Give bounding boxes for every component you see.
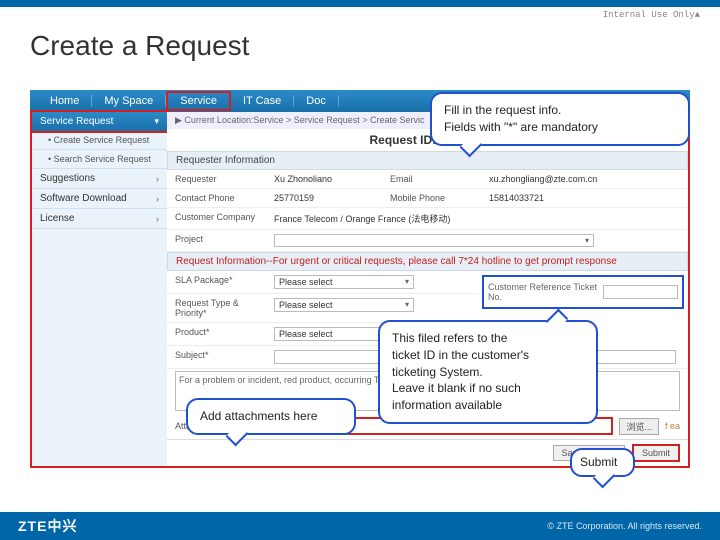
sidebar-item-label: License — [40, 213, 74, 224]
top-accent-bar — [0, 0, 720, 7]
nav-itcase[interactable]: IT Case — [231, 95, 294, 107]
sidebar-item-label: Service Request — [40, 116, 113, 127]
nav-service[interactable]: Service — [166, 91, 231, 111]
chevron-right-icon: › — [156, 194, 159, 204]
label-email: Email — [390, 172, 485, 186]
sla-select[interactable]: Please select▾ — [274, 275, 414, 289]
type-select[interactable]: Please select▾ — [274, 298, 414, 312]
sidebar-service-request[interactable]: Service Request ▾ — [30, 110, 169, 133]
sidebar-license[interactable]: License › — [32, 209, 167, 229]
sidebar-search-request[interactable]: • Search Service Request — [32, 150, 167, 169]
callout-ticket-info: This filed refers to the ticket ID in th… — [378, 320, 598, 424]
value-project[interactable]: ▾ — [270, 232, 680, 249]
nav-home[interactable]: Home — [38, 95, 92, 107]
callout-fill-info: Fill in the request info. Fields with "*… — [430, 92, 690, 146]
label-company: Customer Company — [175, 210, 270, 227]
nav-doc[interactable]: Doc — [294, 95, 339, 107]
value-company: France Telecom / Orange France (法电移动) — [270, 210, 680, 227]
chevron-right-icon: › — [156, 174, 159, 184]
page-title: Create a Request — [30, 30, 249, 62]
zte-logo: ZTE中兴 — [18, 516, 77, 536]
chevron-right-icon: › — [156, 214, 159, 224]
chevron-down-icon: ▾ — [405, 277, 409, 287]
sidebar: Service Request ▾ • Create Service Reques… — [32, 112, 167, 466]
label-contact: Contact Phone — [175, 191, 270, 205]
label-subject: Subject* — [175, 348, 270, 366]
section-request-info: Request Information--For urgent or criti… — [167, 252, 688, 271]
label-ticket: Customer Reference Ticket No. — [488, 282, 603, 302]
copyright: © ZTE Corporation. All rights reserved. — [547, 521, 702, 531]
label-project: Project — [175, 232, 270, 249]
ticket-box: Customer Reference Ticket No. — [482, 275, 684, 309]
browse-button[interactable]: 浏览... — [619, 418, 659, 435]
value-email: xu.zhongliang@zte.com.cn — [485, 172, 680, 186]
chevron-down-icon: ▾ — [585, 236, 589, 245]
label-mobile: Mobile Phone — [390, 191, 485, 205]
sidebar-download[interactable]: Software Download › — [32, 189, 167, 209]
chevron-down-icon: ▾ — [405, 300, 409, 310]
label-sla: SLA Package* — [175, 273, 270, 291]
label-product: Product* — [175, 325, 270, 343]
chevron-down-icon: ▾ — [154, 116, 159, 127]
sidebar-suggestions[interactable]: Suggestions › — [32, 169, 167, 189]
callout-submit: Submit — [570, 448, 635, 477]
sidebar-create-request[interactable]: • Create Service Request — [32, 131, 167, 150]
section-requester-info: Requester Information — [167, 151, 688, 170]
app-screenshot: Home My Space Service IT Case Doc Servic… — [30, 90, 690, 490]
sidebar-item-label: Software Download — [40, 193, 127, 204]
submit-button[interactable]: Submit — [632, 444, 680, 462]
value-mobile: 15814033721 — [485, 191, 680, 205]
sidebar-item-label: Suggestions — [40, 173, 95, 184]
label-type: Request Type & Priority* — [175, 296, 270, 320]
attach-note: f ea — [665, 421, 680, 431]
label-requester: Requester — [175, 172, 270, 186]
nav-myspace[interactable]: My Space — [92, 95, 166, 107]
value-contact: 25770159 — [270, 191, 390, 205]
callout-attachment: Add attachments here — [186, 398, 356, 435]
classification-label: Internal Use Only▲ — [603, 10, 700, 20]
ticket-input[interactable] — [603, 285, 678, 299]
value-requester: Xu Zhonoliano — [270, 172, 390, 186]
slide-footer: ZTE中兴 © ZTE Corporation. All rights rese… — [0, 512, 720, 540]
